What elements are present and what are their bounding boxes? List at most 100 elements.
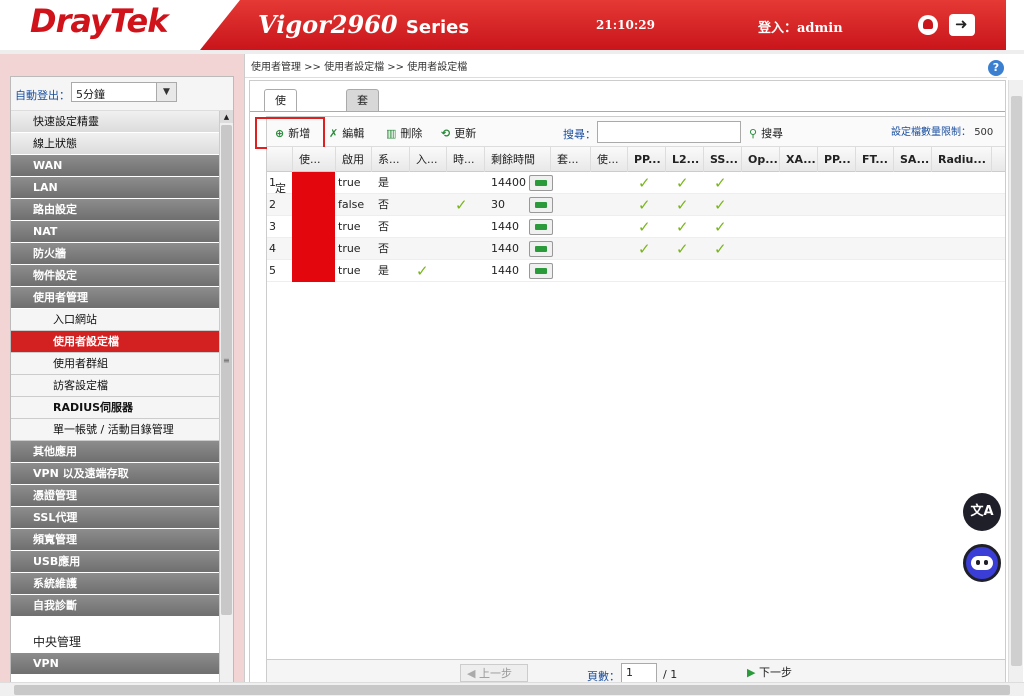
logout-icon[interactable] [949,14,975,36]
sidebar-item[interactable]: 使用者設定檔 [11,331,219,353]
column-header[interactable]: PP... [818,147,856,172]
check-icon: ✓ [638,174,651,192]
sidebar-item[interactable]: 快速設定精靈 [11,111,219,133]
remaining-time-cell: 1440 [491,220,519,233]
assistant-icon[interactable] [963,544,1001,582]
horizontal-scroll-thumb[interactable] [14,685,1010,695]
edit-button[interactable]: ✗ 編輯 [329,125,364,141]
scroll-up-icon[interactable]: ▲ [220,111,233,123]
column-header[interactable]: FT... [856,147,894,172]
sidebar-frame: 自動登出： 5分鐘 ▼ 快速設定精靈 線上狀態 WAN LAN 路由設定 NAT 防火牆 物件… [0,54,244,696]
sidebar-scroll-thumb[interactable] [221,125,232,615]
column-header[interactable] [267,147,293,172]
edit-icon: ✗ [329,127,339,140]
sidebar-scrollbar[interactable]: ▲ ≡ [219,111,233,687]
column-header[interactable]: 入... [410,147,447,172]
time-control-button[interactable] [529,263,553,279]
sidebar-item[interactable]: 自我診斷 [11,595,219,617]
delete-button[interactable]: ▥ 刪除 [386,125,422,141]
page-input[interactable]: 1 [621,663,657,683]
login-user: 登入：admin [758,21,843,36]
sidebar-item[interactable]: 頻寬管理 [11,529,219,551]
sidebar-menu: 快速設定精靈 線上狀態 WAN LAN 路由設定 NAT 防火牆 物件設定 使用者管理 入口網站使… [11,111,219,675]
column-header[interactable]: Op... [742,147,780,172]
next-page-button[interactable]: ▶ 下一步 [747,664,792,682]
sidebar-item[interactable]: WAN [11,155,219,177]
time-control-button[interactable] [529,175,553,191]
grid-toolbar: ⊕ 新增 ✗ 編輯 ▥ 刪除 ⟲ 更新 搜尋： ⚲ 搜尋 設定檔數量限制： 50… [255,117,1005,149]
sidebar-item[interactable]: 中央管理 [11,617,219,653]
prev-label: 上一步 [478,667,512,680]
search-input[interactable] [597,121,741,143]
column-header[interactable]: 套... [551,147,591,172]
prev-page-button[interactable]: ◀ 上一步 [460,664,528,682]
sidebar-item[interactable]: 系統維護 [11,573,219,595]
trash-icon: ▥ [386,127,397,140]
sidebar-item[interactable]: 其他應用 [11,441,219,463]
row-index: 1 [269,176,276,189]
sidebar-item[interactable]: 物件設定 [11,265,219,287]
delete-label: 刪除 [400,127,423,140]
sidebar: 自動登出： 5分鐘 ▼ 快速設定精靈 線上狀態 WAN LAN 路由設定 NAT 防火牆 物件… [10,76,234,688]
sidebar-item[interactable]: 憑證管理 [11,485,219,507]
refresh-label: 更新 [454,127,477,140]
sidebar-item[interactable]: 線上狀態 [11,133,219,155]
table-row[interactable]: 1 true 是 14400 ✓ ✓ ✓ [267,172,1005,194]
column-header[interactable]: PP... [628,147,666,172]
table-row[interactable]: 2 false 否 30 ✓ ✓ ✓ ✓ [267,194,1005,216]
sidebar-item[interactable]: 入口網站 [11,309,219,331]
product-series: Series [405,17,470,38]
check-icon: ✓ [714,218,727,236]
sidebar-item[interactable]: VPN [11,653,219,675]
column-header[interactable]: 啟用 [336,147,372,172]
table-row[interactable]: 3 true 否 1440 ✓ ✓ ✓ [267,216,1005,238]
content-panel: 使用者設定檔 套用全部 ⊕新增 ✗編輯 ▥刪除 ⟲更新 搜尋： [249,80,1006,690]
column-header[interactable]: 時... [447,147,485,172]
row-index: 5 [269,264,276,277]
time-control-button[interactable] [529,219,553,235]
help-icon[interactable]: ? [988,60,1004,76]
product-model: Vigor2960 [258,10,398,39]
sidebar-item[interactable]: NAT [11,221,219,243]
sidebar-item[interactable]: 使用者管理 [11,287,219,309]
sidebar-item[interactable]: USB應用 [11,551,219,573]
auto-logout-select[interactable]: 5分鐘 ▼ [71,82,177,102]
column-header[interactable]: 使... [591,147,628,172]
sidebar-item[interactable]: 防火牆 [11,243,219,265]
sidebar-item[interactable]: RADIUS伺服器 [11,397,219,419]
sidebar-item[interactable]: 路由設定 [11,199,219,221]
time-control-button[interactable] [529,241,553,257]
column-header[interactable]: SA... [894,147,932,172]
check-icon: ✓ [638,240,651,258]
column-header[interactable]: 剩餘時間 [485,147,551,172]
column-header[interactable]: Radiu... [932,147,992,172]
sidebar-item[interactable]: SSL代理 [11,507,219,529]
header: DrayTek Vigor2960 Series 21:10:29 登入：adm… [0,0,1024,50]
sidebar-item[interactable]: 單一帳號 / 活動目錄管理 [11,419,219,441]
table-row[interactable]: 4 true 否 1440 ✓ ✓ ✓ [267,238,1005,260]
check-icon: ✓ [455,196,468,214]
column-header[interactable]: SS... [704,147,742,172]
column-header[interactable]: L2... [666,147,704,172]
sidebar-item[interactable]: LAN [11,177,219,199]
horizontal-scrollbar[interactable] [0,682,1024,696]
sidebar-item[interactable]: 使用者群組 [11,353,219,375]
content-scrollbar[interactable] [1008,80,1023,688]
column-header[interactable]: 系... [372,147,410,172]
translate-icon[interactable]: 文A [963,493,1001,531]
table-row[interactable]: 5 true 是 1440 ✓ [267,260,1005,282]
column-header[interactable]: 使... [293,147,336,172]
refresh-button[interactable]: ⟲ 更新 [441,125,476,141]
content-scroll-thumb[interactable] [1011,96,1022,666]
time-control-button[interactable] [529,197,553,213]
breadcrumb: 使用者管理 >> 使用者設定檔 >> 使用者設定檔 [251,62,468,73]
tab-apply-all[interactable]: 套用全部 [346,89,379,173]
grid-header: 使... 啟用 系... 入... 時... 剩餘時間 套... 使... PP... L2...… [267,147,1005,172]
chevron-down-icon[interactable]: ▼ [156,83,176,101]
notification-icon[interactable] [918,15,938,35]
sidebar-item[interactable]: 訪客設定檔 [11,375,219,397]
column-header[interactable]: XA... [780,147,818,172]
search-button[interactable]: ⚲ 搜尋 [749,125,783,141]
sidebar-item[interactable]: VPN 以及遠端存取 [11,463,219,485]
tab-user-profile[interactable]: 使用者設定檔 [264,89,297,217]
